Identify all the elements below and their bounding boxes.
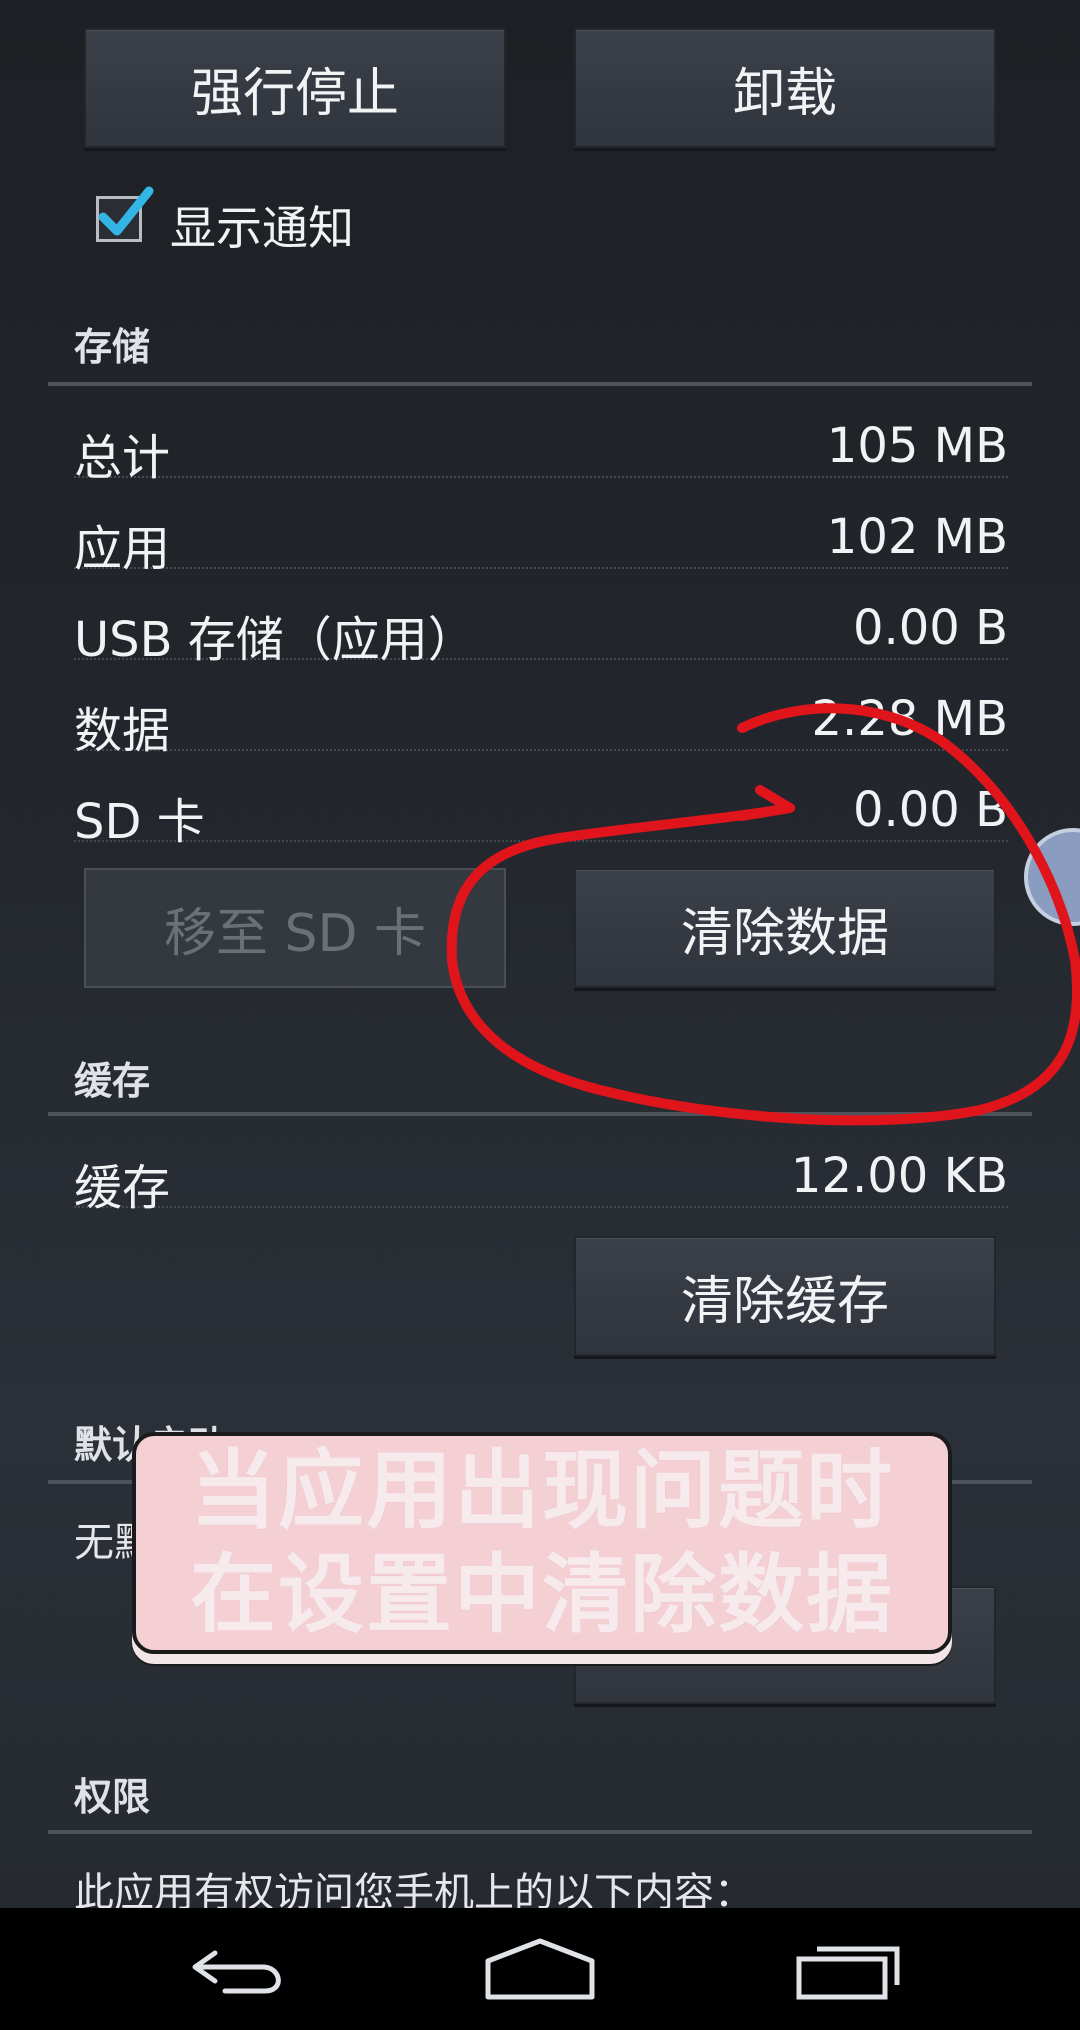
red-annotation-circle: [446, 703, 1080, 1126]
navigation-bar: [0, 1908, 1080, 2030]
recents-icon: [796, 1946, 900, 2000]
caption-line-2: 在设置中清除数据: [190, 1545, 894, 1645]
caption-line-1: 当应用出现问题时: [190, 1441, 894, 1541]
recents-button[interactable]: [788, 1908, 908, 2030]
home-icon: [485, 1938, 595, 2000]
back-icon: [192, 1950, 281, 1994]
home-button[interactable]: [480, 1908, 600, 2030]
back-button[interactable]: [180, 1908, 300, 2030]
caption-banner: 当应用出现问题时 在设置中清除数据: [132, 1432, 952, 1654]
